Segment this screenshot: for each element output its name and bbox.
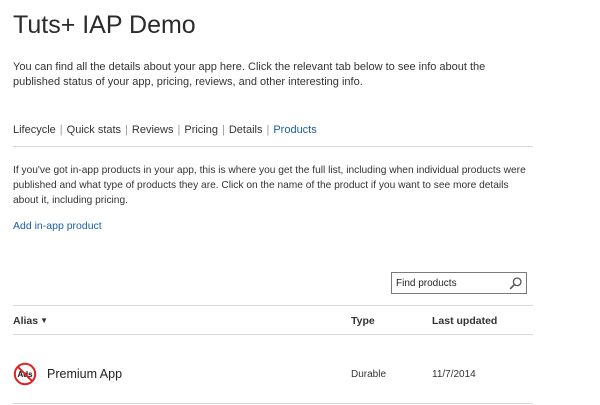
table-header-divider: [13, 334, 533, 335]
column-header-alias[interactable]: Alias ▼: [13, 315, 48, 327]
product-type: Durable: [351, 369, 387, 380]
column-header-type: Type: [351, 315, 375, 327]
tab-reviews[interactable]: Reviews: [128, 124, 178, 136]
find-products-input[interactable]: [396, 276, 502, 290]
tab-products[interactable]: Products: [269, 124, 320, 136]
column-header-alias-label: Alias: [13, 315, 39, 327]
tabs-divider: [13, 146, 533, 147]
tab-details[interactable]: Details: [225, 124, 267, 136]
table-top-divider: [13, 305, 533, 306]
product-name-link[interactable]: Premium App: [47, 367, 122, 381]
tab-pricing[interactable]: Pricing: [180, 124, 222, 136]
tab-bar: Lifecycle | Quick stats | Reviews | Pricing | De…: [13, 124, 321, 136]
table-bottom-divider: [13, 403, 533, 404]
column-header-last-updated: Last updated: [432, 315, 498, 327]
tab-lifecycle[interactable]: Lifecycle: [13, 124, 60, 136]
search-icon[interactable]: [509, 276, 523, 290]
no-ads-icon: Ads: [13, 362, 37, 386]
product-last-updated: 11/7/2014: [432, 369, 476, 380]
find-products-search: [391, 272, 527, 294]
products-description: If you've got in-app products in your ap…: [13, 165, 526, 206]
app-intro-text: You can find all the details about your …: [13, 61, 486, 88]
tab-quick-stats[interactable]: Quick stats: [63, 124, 125, 136]
sort-descending-icon: ▼: [40, 316, 49, 325]
page-title: Tuts+ IAP Demo: [13, 11, 196, 39]
add-in-app-product-link[interactable]: Add in-app product: [13, 220, 102, 232]
